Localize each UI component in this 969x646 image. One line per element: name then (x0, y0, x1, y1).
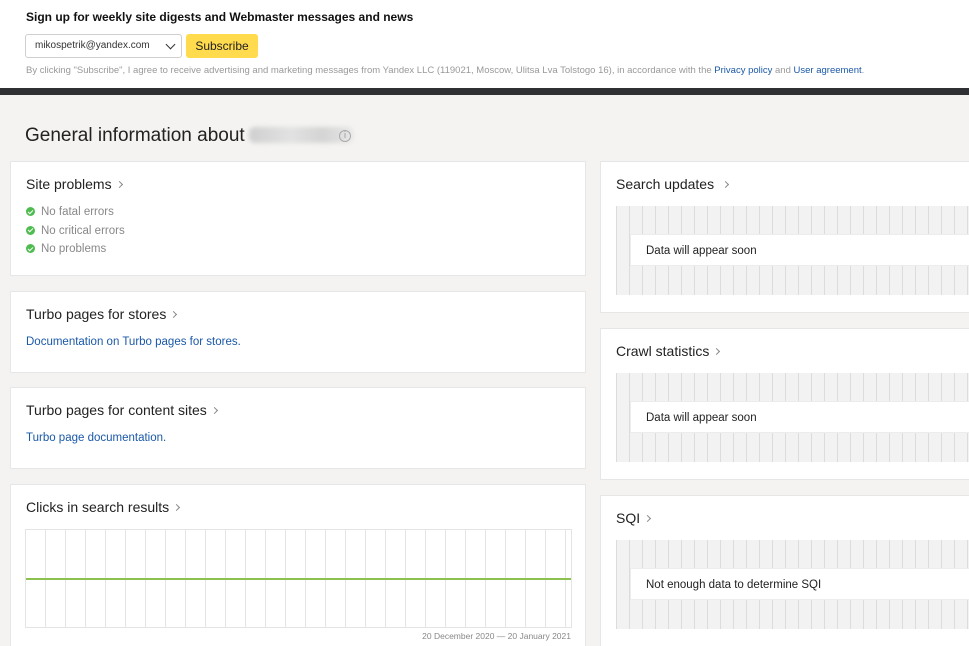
sqi-card: SQI Not enough data to determine SQI (600, 495, 969, 646)
chart-date-range: 20 December 2020 — 20 January 2021 (422, 631, 571, 641)
check-circle-icon (26, 244, 35, 254)
chevron-right-icon (173, 503, 181, 512)
chevron-right-icon (644, 514, 652, 523)
list-item: No problems (26, 243, 125, 262)
site-problems-title[interactable]: Site problems (26, 176, 123, 192)
turbo-content-doc-link[interactable]: Turbo page documentation. (26, 432, 166, 444)
subscribe-heading: Sign up for weekly site digests and Webm… (26, 10, 414, 24)
clicks-chart (25, 529, 572, 628)
redacted-domain (248, 127, 353, 143)
chevron-right-icon (115, 180, 123, 189)
site-problems-card: Site problems No fatal errors No critica… (10, 161, 586, 276)
turbo-content-title[interactable]: Turbo pages for content sites (26, 402, 218, 418)
disclaimer-text: By clicking "Subscribe", I agree to rece… (26, 65, 712, 76)
list-item: No fatal errors (26, 206, 125, 225)
search-updates-card: Search updates Data will appear soon (600, 161, 969, 313)
clicks-title-text: Clicks in search results (26, 499, 170, 515)
header-divider (0, 88, 969, 95)
chevron-right-icon (722, 180, 730, 189)
problems-list: No fatal errors No critical errors No pr… (26, 206, 125, 262)
email-value: mikospetrik@yandex.com (35, 40, 150, 51)
crawl-stats-card: Crawl statistics Data will appear soon (600, 328, 969, 480)
crawl-stats-title-text: Crawl statistics (616, 343, 710, 359)
crawl-stats-chart: Data will appear soon (616, 373, 969, 462)
turbo-content-title-text: Turbo pages for content sites (26, 402, 207, 418)
clicks-title[interactable]: Clicks in search results (26, 499, 181, 515)
check-circle-icon (26, 225, 35, 235)
info-icon[interactable]: i (339, 130, 351, 142)
crawl-stats-title[interactable]: Crawl statistics (616, 343, 721, 359)
list-item: No critical errors (26, 225, 125, 244)
turbo-stores-title-text: Turbo pages for stores (26, 306, 167, 322)
sqi-title-text: SQI (616, 510, 641, 526)
subscribe-disclaimer: By clicking "Subscribe", I agree to rece… (26, 65, 864, 76)
list-item-label: No fatal errors (41, 206, 114, 218)
search-updates-message: Data will appear soon (630, 234, 969, 266)
user-agreement-link[interactable]: User agreement (794, 65, 862, 76)
search-updates-title-text: Search updates (616, 176, 715, 192)
sqi-chart: Not enough data to determine SQI (616, 540, 969, 629)
page-title-text: General information about (25, 125, 245, 146)
turbo-content-card: Turbo pages for content sites Turbo page… (10, 387, 586, 469)
turbo-stores-title[interactable]: Turbo pages for stores (26, 306, 178, 322)
list-item-label: No problems (41, 243, 107, 256)
turbo-stores-card: Turbo pages for stores Documentation on … (10, 291, 586, 373)
crawl-stats-message: Data will appear soon (630, 401, 969, 433)
disclaimer-period: . (861, 65, 865, 76)
chevron-down-icon (165, 39, 176, 50)
search-updates-title[interactable]: Search updates (616, 176, 730, 192)
sqi-message: Not enough data to determine SQI (630, 568, 969, 600)
check-circle-icon (26, 207, 35, 216)
sqi-title[interactable]: SQI (616, 510, 652, 526)
chevron-right-icon (170, 310, 178, 319)
privacy-policy-link[interactable]: Privacy policy (714, 65, 772, 76)
list-item-label: No critical errors (41, 224, 125, 237)
page-title: General information about (25, 125, 353, 147)
subscribe-button[interactable]: Subscribe (186, 34, 258, 58)
search-updates-chart: Data will appear soon (616, 206, 969, 295)
chevron-right-icon (713, 347, 721, 356)
email-select[interactable]: mikospetrik@yandex.com (25, 34, 182, 58)
site-problems-title-text: Site problems (26, 176, 112, 192)
chevron-right-icon (210, 406, 218, 415)
disclaimer-and: and (775, 65, 791, 76)
clicks-series-line (26, 578, 571, 580)
clicks-card: Clicks in search results 20 December 202… (10, 484, 586, 646)
subscribe-panel: Sign up for weekly site digests and Webm… (0, 0, 969, 88)
turbo-stores-doc-link[interactable]: Documentation on Turbo pages for stores. (26, 336, 241, 348)
